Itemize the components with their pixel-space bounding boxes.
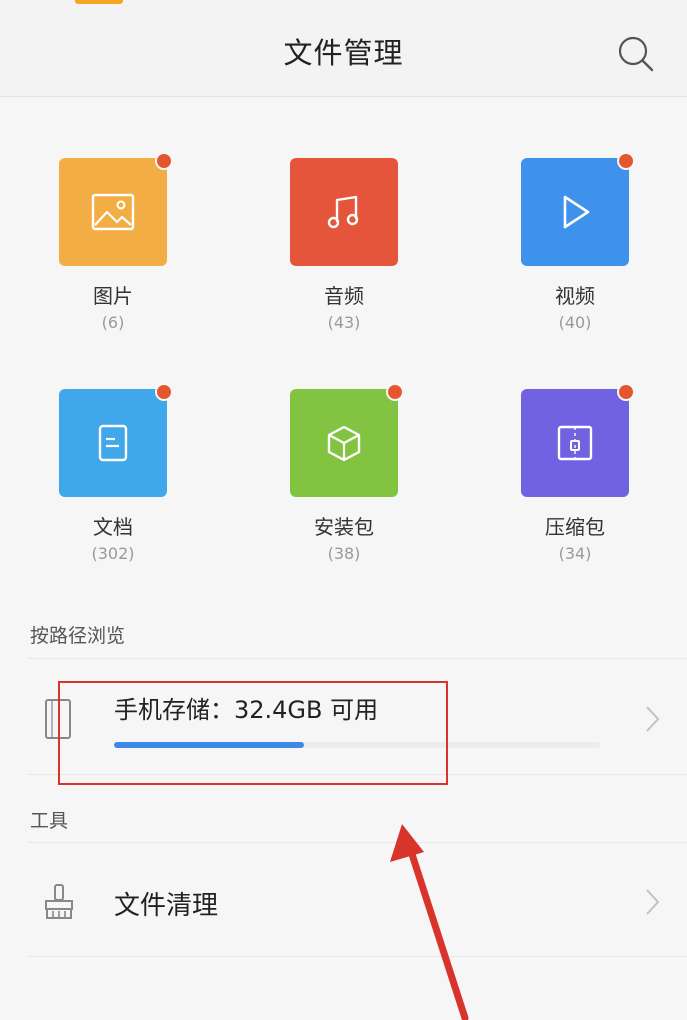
category-count: (302) [91, 544, 135, 563]
zip-archive-icon [557, 425, 593, 461]
category-packages[interactable]: 安装包 (38) [264, 383, 424, 563]
chevron-right-icon [646, 889, 660, 915]
divider [28, 658, 687, 659]
document-icon [98, 424, 128, 462]
new-indicator-dot [155, 152, 173, 170]
category-label: 视频 [555, 284, 595, 308]
category-documents[interactable]: 文档 (302) [33, 383, 193, 563]
category-count: (43) [327, 313, 361, 332]
new-indicator-dot [155, 383, 173, 401]
category-tile[interactable] [521, 152, 635, 266]
category-archives[interactable]: 压缩包 (34) [495, 383, 655, 563]
file-clean-label: 文件清理 [114, 891, 219, 921]
section-label-browse: 按路径浏览 [30, 625, 126, 647]
file-clean-row[interactable]: 文件清理 [0, 845, 687, 955]
image-icon [91, 193, 135, 231]
category-tile[interactable] [59, 383, 173, 497]
new-indicator-dot [617, 383, 635, 401]
section-label-tools: 工具 [30, 810, 69, 832]
category-video[interactable]: 视频 (40) [495, 152, 655, 332]
category-count: (38) [327, 544, 361, 563]
category-count: (34) [558, 544, 592, 563]
play-icon [563, 195, 590, 229]
new-indicator-dot [617, 152, 635, 170]
arrow-annotation-icon [390, 824, 469, 1020]
category-audio[interactable]: 音频 (43) [264, 158, 424, 332]
highlight-box [58, 681, 448, 785]
chevron-right-icon [646, 706, 660, 732]
category-tile[interactable] [290, 383, 404, 497]
category-tile[interactable] [59, 152, 173, 266]
category-images[interactable]: 图片 (6) [33, 152, 193, 332]
category-tile[interactable] [290, 158, 398, 266]
category-label: 文档 [93, 515, 133, 539]
page-title: 文件管理 [283, 36, 404, 70]
category-label: 音频 [324, 284, 364, 308]
search-button[interactable] [614, 32, 658, 76]
search-icon [618, 36, 654, 72]
category-label: 图片 [93, 284, 133, 308]
broom-icon [45, 884, 73, 919]
category-tile[interactable] [521, 383, 635, 497]
category-count: (40) [558, 313, 592, 332]
status-bar-fragment [75, 0, 123, 4]
package-box-icon [327, 425, 361, 462]
category-label: 安装包 [314, 515, 374, 539]
divider [28, 956, 687, 957]
music-note-icon [327, 195, 359, 229]
app-header: 文件管理 [0, 0, 687, 97]
new-indicator-dot [386, 383, 404, 401]
divider [28, 842, 687, 843]
category-count: (6) [101, 313, 125, 332]
category-label: 压缩包 [545, 515, 605, 539]
